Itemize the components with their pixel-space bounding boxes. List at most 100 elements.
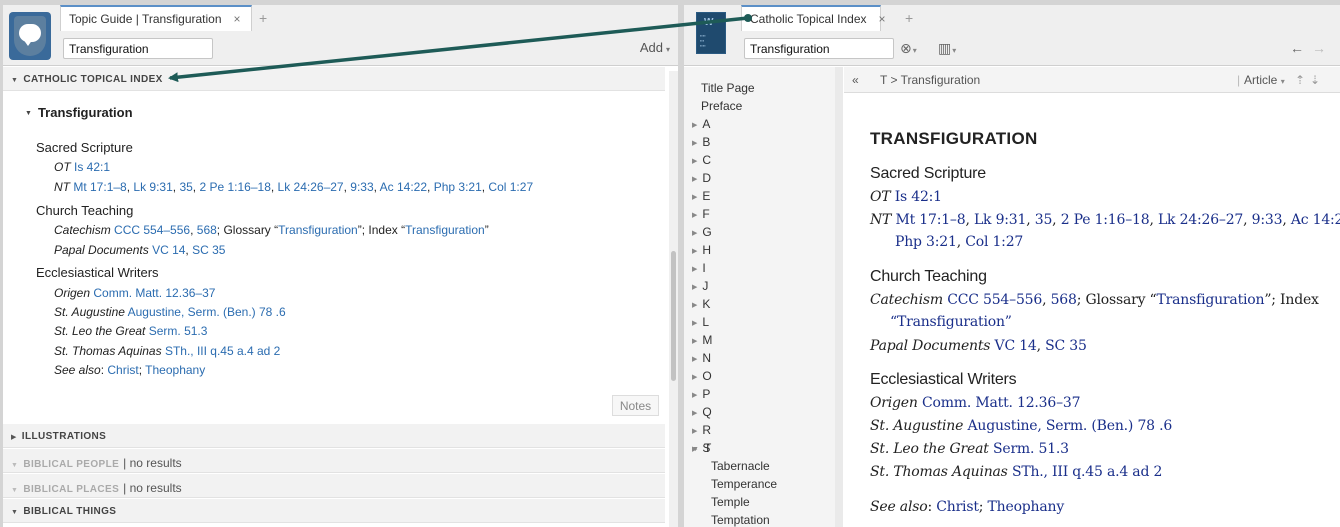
- ref-link[interactable]: Mt 17:1–8: [73, 180, 126, 194]
- toc-item-letter[interactable]: ▶ L: [692, 315, 709, 329]
- toc-item-letter[interactable]: ▶ P: [692, 387, 710, 401]
- catechism-line-continued: “Transfiguration”: [890, 314, 1012, 330]
- notes-button[interactable]: Notes: [612, 395, 659, 416]
- section-biblical-people[interactable]: ▼ BIBLICAL PEOPLE | no results: [3, 449, 665, 473]
- toc-item[interactable]: Preface: [701, 99, 742, 113]
- ref-link[interactable]: Theophany: [988, 499, 1065, 515]
- toc-subitem[interactable]: Temple: [711, 495, 750, 509]
- ref-link[interactable]: Augustine, Serm. (Ben.) 78 .6: [128, 305, 286, 319]
- close-icon[interactable]: ×: [234, 12, 241, 26]
- topic-search-input[interactable]: [63, 38, 213, 59]
- toc-item-letter[interactable]: ▶ G: [692, 225, 712, 239]
- glossary-link[interactable]: Transfiguration: [278, 223, 358, 237]
- expand-triangle-icon: ▶: [692, 230, 698, 237]
- add-button[interactable]: Add ▾: [640, 40, 670, 55]
- ref-link[interactable]: 2 Pe 1:16–18: [199, 180, 270, 194]
- ref-link[interactable]: 568: [1051, 292, 1077, 308]
- section-biblical-places[interactable]: ▼ BIBLICAL PLACES | no results: [3, 474, 665, 498]
- left-scrollbar[interactable]: [669, 71, 678, 527]
- toc-subitem[interactable]: Temptation: [711, 513, 770, 527]
- section-catholic-topical-index[interactable]: ▼ CATHOLIC TOPICAL INDEX: [3, 67, 665, 91]
- ref-link[interactable]: Ac 14:22: [1291, 212, 1340, 228]
- toc-subitem[interactable]: Temperance: [711, 477, 777, 491]
- toc-item-letter[interactable]: ▶ K: [692, 297, 710, 311]
- ref-link[interactable]: VC 14: [152, 243, 185, 257]
- ref-link[interactable]: Comm. Matt. 12.36–37: [922, 395, 1081, 411]
- ref-link[interactable]: 9:33: [350, 180, 373, 194]
- ref-link[interactable]: SC 35: [192, 243, 225, 257]
- back-arrow-icon[interactable]: ←: [1290, 40, 1304, 56]
- breadcrumb-parent[interactable]: T: [880, 73, 887, 87]
- ref-link[interactable]: Lk 24:26–27: [1158, 212, 1243, 228]
- ref-link[interactable]: SC 35: [1045, 338, 1087, 354]
- toc-item-letter[interactable]: ▶ B: [692, 135, 710, 149]
- ref-link[interactable]: Is 42:1: [74, 160, 110, 174]
- close-icon[interactable]: ×: [879, 12, 886, 26]
- toc-item-letter[interactable]: ▶ M: [692, 333, 712, 347]
- ref-link[interactable]: Serm. 51.3: [993, 441, 1069, 457]
- ref-link[interactable]: CCC 554–556: [947, 292, 1042, 308]
- toc-item-letter[interactable]: ▶ E: [692, 189, 710, 203]
- ref-link[interactable]: Php 3:21: [434, 180, 482, 194]
- visual-filter-icon[interactable]: ⊗▾: [900, 40, 917, 57]
- toc-item-letter[interactable]: ▶ H: [692, 243, 711, 257]
- previous-article-icon[interactable]: ⇡: [1295, 73, 1305, 87]
- collapse-toc-icon[interactable]: «: [852, 73, 859, 87]
- ref-link[interactable]: 35: [1035, 212, 1053, 228]
- toc-item-letter[interactable]: ▶ F: [692, 207, 710, 221]
- leo-line: St. Leo the Great Serm. 51.3: [54, 324, 208, 338]
- ref-link[interactable]: 2 Pe 1:16–18: [1061, 212, 1150, 228]
- ref-link[interactable]: Mt 17:1–8: [895, 212, 965, 228]
- toc-item-letter[interactable]: ▶ J: [692, 279, 708, 293]
- ref-link[interactable]: Lk 24:26–27: [278, 180, 344, 194]
- ref-link[interactable]: Lk 9:31: [974, 212, 1026, 228]
- index-link[interactable]: Transfiguration: [897, 314, 1005, 330]
- ref-link[interactable]: Christ: [107, 363, 138, 377]
- tab-catholic-topical-index[interactable]: Catholic Topical Index ×: [741, 5, 886, 31]
- ref-link[interactable]: Christ: [936, 499, 979, 515]
- toc-item-letter[interactable]: ▶ I: [692, 261, 706, 275]
- section-illustrations[interactable]: ▶ ILLUSTRATIONS: [3, 424, 665, 448]
- toc-scrollbar[interactable]: [835, 67, 843, 527]
- ref-link[interactable]: Php 3:21: [895, 234, 957, 250]
- ref-link[interactable]: STh., III q.45 a.4 ad 2: [165, 344, 280, 358]
- ref-link[interactable]: STh., III q.45 a.4 ad 2: [1012, 464, 1162, 480]
- ref-link[interactable]: Is 42:1: [895, 189, 942, 205]
- toc-subitem[interactable]: Tabernacle: [711, 459, 770, 473]
- forward-arrow-icon[interactable]: →: [1312, 40, 1326, 56]
- article-dropdown[interactable]: Article ▾: [1244, 73, 1285, 87]
- ref-link[interactable]: Col 1:27: [965, 234, 1023, 250]
- toc-item-letter[interactable]: ▶ N: [692, 351, 711, 365]
- add-tab-icon[interactable]: +: [905, 10, 913, 26]
- ref-link[interactable]: Theophany: [145, 363, 205, 377]
- glossary-link[interactable]: Transfiguration: [1157, 292, 1265, 308]
- ref-link[interactable]: VC 14: [995, 338, 1037, 354]
- toc-item-letter[interactable]: ▶ Q: [692, 405, 712, 419]
- ref-link[interactable]: 9:33: [1252, 212, 1283, 228]
- book-search-input[interactable]: [744, 38, 894, 59]
- ref-link[interactable]: CCC 554–556: [114, 223, 190, 237]
- ref-link[interactable]: Augustine, Serm. (Ben.) 78 .6: [967, 418, 1172, 434]
- tab-topic-guide[interactable]: Topic Guide | Transfiguration ×: [60, 5, 252, 31]
- ref-link[interactable]: Serm. 51.3: [149, 324, 208, 338]
- add-tab-icon[interactable]: +: [259, 10, 267, 26]
- toc-item-letter[interactable]: ▶ C: [692, 153, 711, 167]
- index-link[interactable]: Transfiguration: [405, 223, 485, 237]
- ref-link[interactable]: 568: [197, 223, 217, 237]
- ref-link[interactable]: Ac 14:22: [380, 180, 427, 194]
- ref-link[interactable]: Col 1:27: [488, 180, 533, 194]
- scrollbar-thumb[interactable]: [671, 251, 676, 381]
- section-biblical-things[interactable]: ▼ BIBLICAL THINGS: [3, 499, 665, 523]
- ref-link[interactable]: 35: [179, 180, 192, 194]
- toc-item-t[interactable]: ▼ T: [692, 441, 711, 455]
- parallel-resources-icon[interactable]: ▥▾: [938, 40, 956, 57]
- toc-item-letter[interactable]: ▶ D: [692, 171, 711, 185]
- toc-item[interactable]: Title Page: [701, 81, 755, 95]
- ref-link[interactable]: Comm. Matt. 12.36–37: [93, 286, 215, 300]
- next-article-icon[interactable]: ⇣: [1310, 73, 1320, 87]
- toc-item-letter[interactable]: ▶ A: [692, 117, 710, 131]
- toc-item-letter[interactable]: ▶ R: [692, 423, 711, 437]
- topic-title[interactable]: ▼ Transfiguration: [25, 105, 133, 120]
- ref-link[interactable]: Lk 9:31: [133, 180, 172, 194]
- toc-item-letter[interactable]: ▶ O: [692, 369, 712, 383]
